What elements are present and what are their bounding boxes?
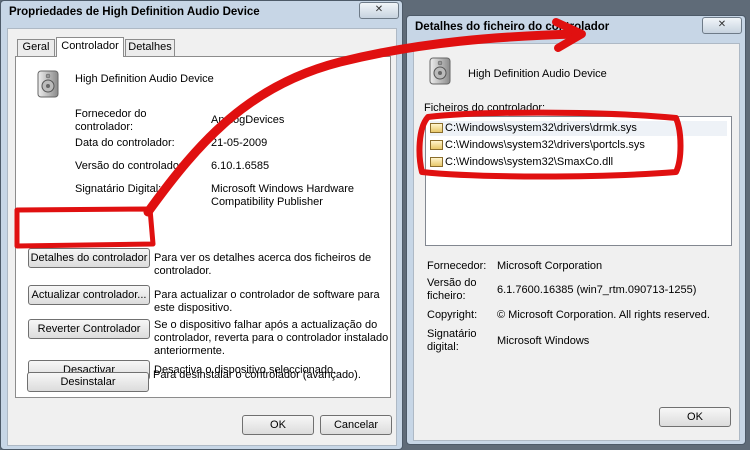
list-item[interactable]: C:\Windows\system32\SmaxCo.dll (430, 155, 613, 170)
close-button[interactable]: ✕ (702, 17, 742, 34)
driver-tab-panel: High Definition Audio Device Fornecedor … (15, 56, 391, 398)
driver-properties-window: Propriedades de High Definition Audio De… (0, 0, 403, 450)
file-version-value: 6.1.7600.16385 (win7_rtm.090713-1255) (497, 284, 697, 296)
version-label: Versão do controlador: (75, 160, 186, 172)
signer-value: Microsoft Windows Hardware Compatibility… (211, 183, 355, 208)
file-version-label: Versão do ficheiro: (427, 277, 477, 302)
copyright-value: © Microsoft Corporation. All rights rese… (497, 309, 710, 321)
ok-button[interactable]: OK (659, 407, 731, 427)
roll-back-driver-desc: Se o dispositivo falhar após a actualiza… (154, 319, 389, 357)
tab-driver[interactable]: Controlador (56, 37, 124, 57)
window-title: Detalhes do ficheiro do controlador (415, 21, 610, 33)
digital-signer-label: Signatário digital: (427, 328, 477, 353)
update-driver-button[interactable]: Actualizar controlador... (28, 285, 150, 305)
driver-details-desc: Para ver os detalhes acerca dos ficheiro… (154, 252, 372, 277)
update-driver-desc: Para actualizar o controlador de softwar… (154, 289, 380, 314)
provider-value: AnalogDevices (211, 114, 285, 126)
driver-files-list[interactable]: C:\Windows\system32\drivers\drmk.sys C:\… (425, 116, 732, 246)
provider-label: Fornecedor do controlador: (75, 108, 147, 133)
list-item[interactable]: C:\Windows\system32\drivers\portcls.sys (430, 138, 645, 153)
version-value: 6.10.1.6585 (211, 160, 270, 172)
file-icon (430, 140, 443, 151)
cancel-button[interactable]: Cancelar (320, 415, 392, 435)
driver-file-details-window: Detalhes do ficheiro do controlador ✕ Hi… (406, 15, 746, 445)
device-name: High Definition Audio Device (75, 73, 214, 85)
uninstall-desc: Para desinstalar o controlador (avançado… (153, 369, 361, 381)
window-client: High Definition Audio Device Ficheiros d… (413, 43, 740, 441)
date-value: 21-05-2009 (211, 137, 268, 149)
ok-button[interactable]: OK (242, 415, 314, 435)
file-icon (430, 123, 443, 134)
tab-details[interactable]: Detalhes (125, 39, 175, 56)
window-client: Geral Controlador Detalhes High Definiti… (7, 28, 397, 446)
file-icon (430, 157, 443, 168)
driver-details-button[interactable]: Detalhes do controlador (28, 248, 150, 268)
device-name: High Definition Audio Device (468, 68, 607, 80)
date-label: Data do controlador: (75, 137, 175, 149)
speaker-icon (37, 70, 59, 98)
list-item[interactable]: C:\Windows\system32\drivers\drmk.sys (430, 121, 727, 136)
roll-back-driver-button[interactable]: Reverter Controlador (28, 319, 150, 339)
window-title: Propriedades de High Definition Audio De… (9, 6, 260, 18)
copyright-label: Copyright: (427, 309, 478, 321)
driver-files-label: Ficheiros do controlador: (424, 102, 546, 114)
file-provider-value: Microsoft Corporation (497, 260, 603, 272)
speaker-icon (429, 57, 451, 85)
file-provider-label: Fornecedor: (427, 260, 487, 272)
close-button[interactable]: ✕ (359, 2, 399, 19)
uninstall-button[interactable]: Desinstalar (27, 372, 149, 392)
tab-general[interactable]: Geral (17, 39, 55, 56)
signer-label: Signatário Digital: (75, 183, 162, 195)
digital-signer-value: Microsoft Windows (497, 335, 590, 347)
